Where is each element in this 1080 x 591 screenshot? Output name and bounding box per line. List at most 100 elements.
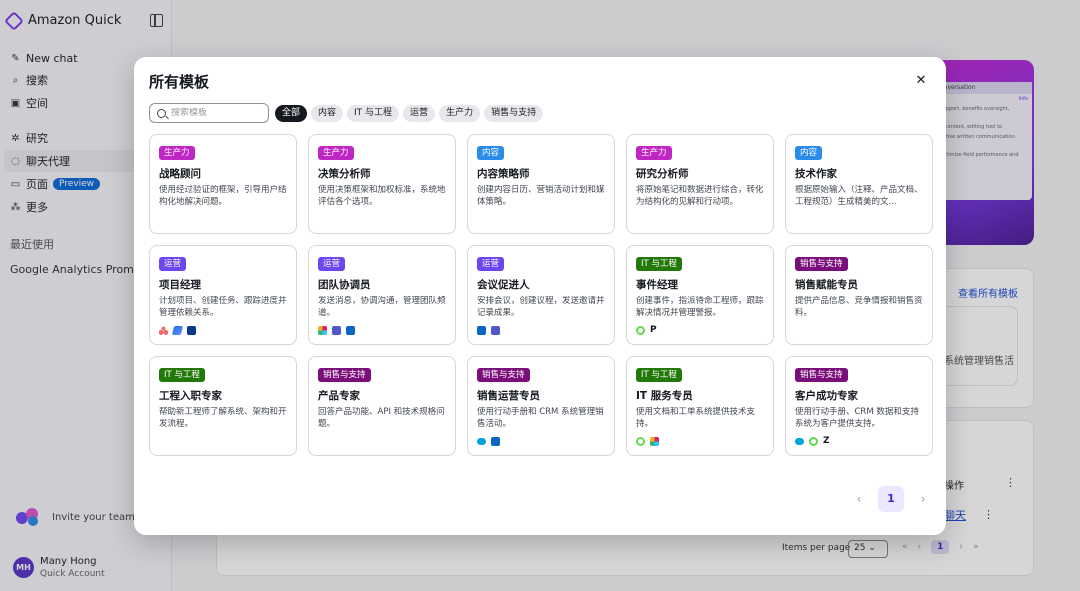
filter-chip[interactable]: IT 与工程 [347,105,400,122]
template-description: 安排会议，创建议程，发送邀请并记录成果。 [477,296,605,318]
teams-icon [491,325,500,335]
close-icon: ✕ [915,73,927,88]
integration-icons [159,325,287,335]
template-card[interactable]: IT 与工程 IT 服务专员使用文档和工单系统提供技术支持。 [626,356,774,456]
template-card[interactable]: 销售与支持客户成功专家使用行动手册、CRM 数据和支持系统为客户提供支持。 Z [785,356,933,456]
template-title: 销售赋能专员 [795,279,858,291]
chevron-left-icon[interactable]: ‹ [852,492,866,506]
category-tag: 运营 [318,257,346,271]
template-description: 计划项目、创建任务、跟踪进度并管理依赖关系。 [159,296,287,318]
modal-pagination: ‹ 1 › [852,486,930,512]
servicenow-icon [636,325,645,335]
servicenow-icon [809,436,818,446]
template-card[interactable]: 运营会议促进人安排会议，创建议程，发送邀请并记录成果。 [467,245,615,345]
template-title: IT 服务专员 [636,390,693,402]
linear-icon [171,325,184,335]
template-title: 团队协调员 [318,279,371,291]
template-description: 根据原始输入（注释、产品文档、工程规范）生成精美的文... [795,185,923,207]
integration-icons: P [636,325,764,335]
template-description: 使用行动手册、CRM 数据和支持系统为客户提供支持。 [795,407,919,429]
category-tag: 内容 [477,146,505,160]
search-box[interactable] [149,103,269,123]
template-card[interactable]: 内容技术作家根据原始输入（注释、产品文档、工程规范）生成精美的文... [785,134,933,234]
template-card[interactable]: 运营项目经理计划项目、创建任务、跟踪进度并管理依赖关系。 [149,245,297,345]
template-title: 战略顾问 [159,168,201,180]
template-description: 将原始笔记和数据进行综合，转化为结构化的见解和行动项。 [636,185,764,207]
search-icon [157,108,166,118]
integration-icons [318,325,446,335]
template-description: 使用经过验证的框架，引导用户结构化地解决问题。 [159,185,287,207]
templates-grid: 生产力 战略顾问 使用经过验证的框架，引导用户结构化地解决问题。 生产力 决策分析师 使用… [149,134,933,456]
category-tag: 生产力 [159,146,195,160]
servicenow-icon [636,436,645,446]
category-tag: 销售与支持 [795,257,848,271]
filter-chip[interactable]: 销售与支持 [484,105,544,122]
template-title: 销售运营专员 [477,390,540,402]
template-title: 产品专家 [318,390,360,402]
template-card[interactable]: IT 与工程工程入职专家帮助新工程师了解系统、架构和开发流程。 [149,356,297,456]
template-description: 提供产品信息、竞争情报和销售资料。 [795,296,923,318]
category-tag: 生产力 [318,146,354,160]
integration-icons [636,436,764,446]
salesforce-icon [795,437,804,445]
category-tag: 销售与支持 [477,368,530,382]
template-card[interactable]: IT 与工程 事件经理 创建事件，指派待命工程师，跟踪解决情况并管理警报。 P [626,245,774,345]
template-card[interactable]: 生产力战略顾问使用经过验证的框架，引导用户结构化地解决问题。 [149,134,297,234]
filter-chip[interactable]: 运营 [403,105,436,122]
slack-icon [650,436,659,446]
template-card[interactable]: 销售与支持销售赋能专员提供产品信息、竞争情报和销售资料。 [785,245,933,345]
template-card[interactable]: 销售与支持产品专家回答产品功能、API 和技术规格问题。 [308,356,456,456]
template-title: 研究分析师 [636,168,689,180]
template-title: 技术作家 [795,168,837,180]
template-description: 使用决策框架和加权标准，系统地评估各个选项。 [318,185,446,207]
page-number[interactable]: 1 [878,486,904,512]
category-tag: IT 与工程 [636,257,682,271]
teams-icon [332,325,341,335]
chevron-right-icon[interactable]: › [916,492,930,506]
template-description: 帮助新工程师了解系统、架构和开发流程。 [159,407,287,429]
template-description: 使用文档和工单系统提供技术支持。 [636,407,756,429]
template-card[interactable]: 生产力决策分析师使用决策框架和加权标准，系统地评估各个选项。 [308,134,456,234]
salesforce-icon [477,437,486,445]
category-tag: 销售与支持 [318,368,371,382]
template-title: 工程入职专家 [159,390,222,402]
template-card[interactable]: 内容内容策略师创建内容日历、营销活动计划和媒体策略。 [467,134,615,234]
category-tag: 内容 [795,146,823,160]
filter-chip[interactable]: 全部 [275,105,308,122]
template-card[interactable]: 生产力研究分析师将原始笔记和数据进行综合，转化为结构化的见解和行动项。 [626,134,774,234]
all-templates-modal: 所有模板 ✕ 全部内容IT 与工程运营生产力销售与支持 生产力战略顾问使用经过验… [134,57,946,535]
pagerduty-icon: P [650,324,657,335]
filter-chip[interactable]: 生产力 [439,105,481,122]
template-card[interactable]: 运营团队协调员发送消息，协调沟通，管理团队频道。 [308,245,456,345]
category-tag: IT 与工程 [636,368,682,382]
template-card[interactable]: 销售与支持销售运营专员使用行动手册和 CRM 系统管理销售活动。 [467,356,615,456]
category-tag: 运营 [159,257,187,271]
outlook-icon [346,325,355,335]
category-tag: 运营 [477,257,505,271]
template-title: 项目经理 [159,279,201,291]
outlook-icon [491,436,500,446]
slack-icon [318,325,327,335]
category-tag: IT 与工程 [159,368,205,382]
category-tag: 销售与支持 [795,368,848,382]
template-title: 会议促进人 [477,279,530,291]
template-description: 发送消息，协调沟通，管理团队频道。 [318,296,446,318]
jira-icon [187,325,196,335]
modal-title: 所有模板 [149,73,210,91]
filter-chip[interactable]: 内容 [311,105,344,122]
close-button[interactable]: ✕ [911,71,931,91]
template-description: 回答产品功能、API 和技术规格问题。 [318,407,445,429]
template-description: 使用行动手册和 CRM 系统管理销售活动。 [477,407,604,429]
template-title: 决策分析师 [318,168,371,180]
integration-icons [477,325,605,335]
zendesk-icon: Z [823,435,830,446]
search-input[interactable] [171,108,267,118]
template-title: 事件经理 [636,279,678,291]
integration-icons [477,436,605,446]
outlook-icon [477,325,486,335]
template-title: 内容策略师 [477,168,530,180]
category-tag: 生产力 [636,146,672,160]
asana-icon [159,325,168,335]
template-description: 创建内容日历、营销活动计划和媒体策略。 [477,185,605,207]
template-title: 客户成功专家 [795,390,858,402]
